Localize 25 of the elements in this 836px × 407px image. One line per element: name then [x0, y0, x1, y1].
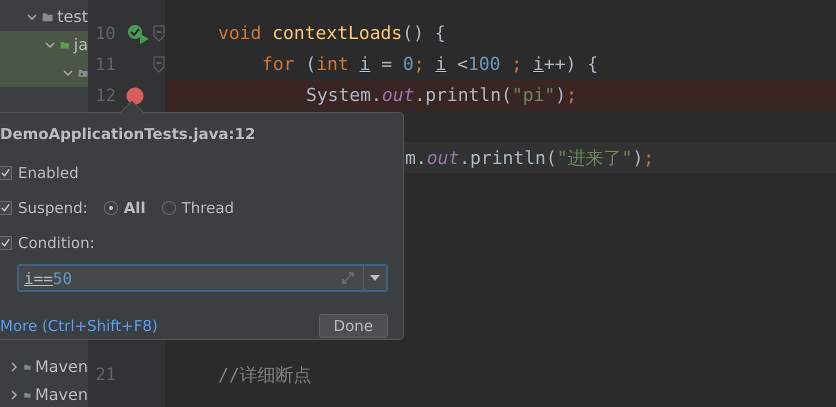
tree-item-label[interactable]: Maven — [34, 357, 88, 377]
checkbox[interactable] — [0, 166, 12, 180]
expand-icon — [341, 271, 355, 285]
checkbox-label: Enabled — [18, 164, 79, 182]
more-link[interactable]: More (Ctrl+Shift+F8) — [0, 317, 158, 335]
code-line: System.out.println("pi"); — [306, 85, 577, 106]
popup-title: DemoApplicationTests.java:12 — [0, 125, 256, 143]
code-line: void contextLoads() { — [218, 23, 446, 44]
done-button[interactable]: Done — [318, 314, 388, 338]
condition-field[interactable]: i==50 — [17, 264, 388, 292]
radio-button[interactable] — [104, 200, 118, 214]
checkbox[interactable] — [0, 200, 12, 214]
dropdown-arrow-icon — [370, 275, 380, 281]
code-line: //详细断点 — [218, 364, 312, 386]
checkbox[interactable] — [0, 236, 12, 250]
checkbox-label: Condition: — [18, 234, 95, 252]
radio-label: Thread — [182, 198, 234, 216]
checkbox-label: Suspend: — [18, 198, 88, 216]
tree-item-label[interactable]: test — [57, 7, 88, 27]
tree-item-label[interactable]: ja — [74, 35, 88, 55]
radio-button[interactable] — [162, 200, 176, 214]
code-line: for (int i = 0; i <100 ; i++) { — [262, 54, 598, 75]
radio-label: All — [124, 198, 146, 216]
tree-item-label[interactable]: Maven — [34, 385, 88, 405]
code-line: m.out.println("进来了"); — [405, 146, 654, 170]
